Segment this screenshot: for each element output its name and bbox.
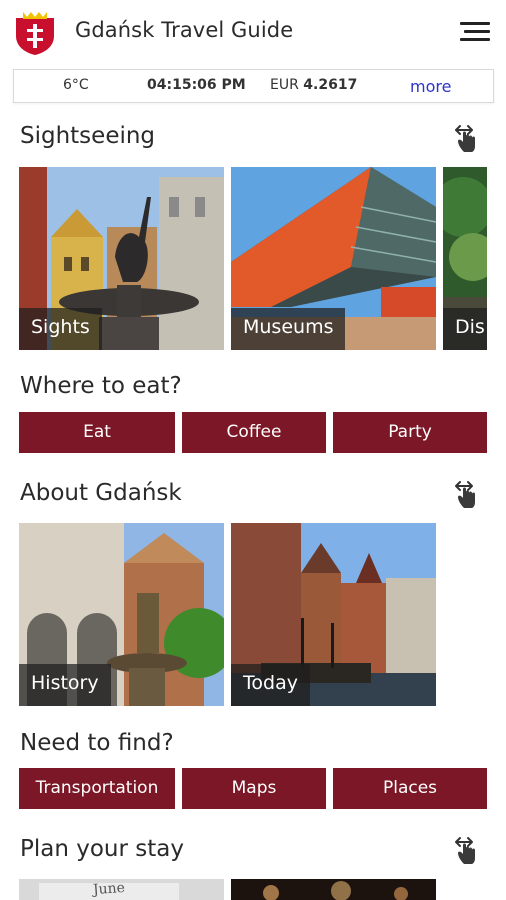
card-label: History [19, 664, 111, 706]
currency-value: 4.2617 [303, 77, 358, 93]
places-button[interactable]: Places [333, 768, 487, 809]
card-label: Sights [19, 308, 102, 350]
party-button[interactable]: Party [333, 412, 487, 453]
calendar-month-text: June [92, 879, 126, 899]
maps-button[interactable]: Maps [182, 768, 326, 809]
swipe-hand-icon[interactable] [450, 834, 486, 866]
temperature: 6°C [63, 77, 89, 93]
section-title-find: Need to find? [20, 730, 174, 756]
card-calendar[interactable]: June [19, 879, 224, 900]
gdansk-crest-icon [16, 12, 54, 55]
section-title-plan: Plan your stay [20, 836, 184, 862]
card-label: Dis [443, 308, 487, 350]
card-history[interactable]: History [19, 523, 224, 706]
card-discover[interactable]: Dis [443, 167, 487, 350]
currency-code: EUR [270, 77, 299, 93]
card-label: Museums [231, 308, 346, 350]
swipe-hand-icon[interactable] [450, 122, 486, 154]
card-today[interactable]: Today [231, 523, 436, 706]
more-link[interactable]: more [410, 77, 451, 96]
card-museums[interactable]: Museums [231, 167, 436, 350]
app-title: Gdańsk Travel Guide [75, 18, 294, 42]
eat-button[interactable]: Eat [19, 412, 175, 453]
currency-rate: EUR 4.2617 [270, 77, 357, 93]
card-sights[interactable]: Sights [19, 167, 224, 350]
app-bar: Gdańsk Travel Guide [0, 0, 506, 64]
swipe-hand-icon[interactable] [450, 478, 486, 510]
section-title-sightseeing: Sightseeing [20, 123, 156, 149]
hamburger-menu-icon[interactable] [458, 20, 492, 44]
fireworks-image [231, 879, 436, 900]
card-label: Today [231, 664, 310, 706]
section-title-about: About Gdańsk [20, 480, 182, 506]
section-title-eat: Where to eat? [20, 373, 182, 399]
current-time: 04:15:06 PM [147, 77, 246, 93]
transportation-button[interactable]: Transportation [19, 768, 175, 809]
coffee-button[interactable]: Coffee [182, 412, 326, 453]
info-bar: 6°C 04:15:06 PM EUR 4.2617 more [13, 69, 494, 103]
card-events[interactable] [231, 879, 436, 900]
